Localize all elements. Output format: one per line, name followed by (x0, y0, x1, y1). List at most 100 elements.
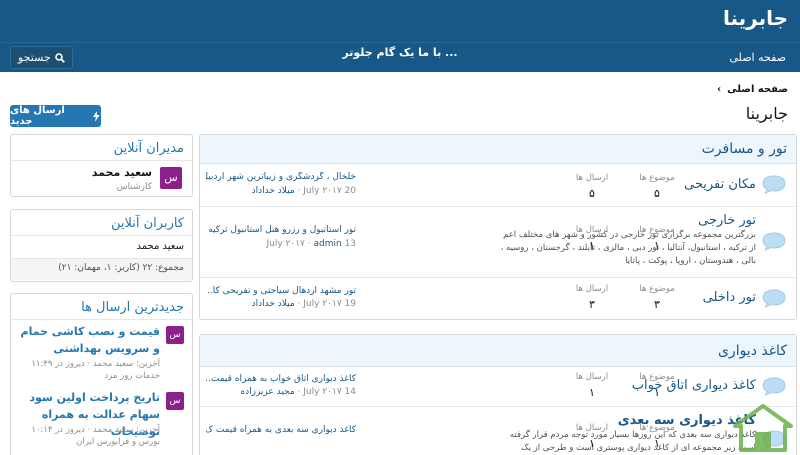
category-title[interactable]: تور و مسافرت (200, 135, 796, 164)
site-header: جابرینا (0, 0, 800, 42)
threads-count: ۵ (654, 187, 660, 200)
category-title[interactable]: کاغذ دیواری (200, 335, 796, 367)
avatar[interactable]: س (166, 392, 184, 410)
forum-node: مکان تفریحی موضوع ها ۵ ارسال ها ۵ خلخال … (200, 164, 796, 207)
online-member-name[interactable]: سعید محمد (11, 236, 192, 258)
online-stats: مجموع: ۲۲ (کاربر: ۱، مهمان: ۲۱) (11, 258, 192, 280)
site-logo[interactable]: جابرینا (723, 6, 788, 30)
members-online-block: کاربران آنلاین سعید محمد مجموع: ۲۲ (کارب… (10, 209, 193, 282)
threads-stat: موضوع ها ۱ (633, 225, 681, 252)
threads-label: موضوع ها (639, 284, 675, 294)
last-post-date: 20 July ۲۰۱۷ (303, 186, 356, 196)
members-online-title[interactable]: کاربران آنلاین (11, 210, 192, 236)
staff-member: س سعید محمد کارشناس (11, 161, 192, 196)
breadcrumb-home[interactable]: صفحه اصلی (727, 84, 788, 95)
posts-count: ۱ (589, 437, 595, 450)
last-post-meta: 20 July ۲۰۱۷ · میلاد خداداد (251, 186, 356, 196)
forum-node-title[interactable]: مکان تفریحی (684, 177, 756, 192)
posts-stat: ارسال ها ۱ (568, 423, 616, 450)
speech-bubble-icon (762, 175, 786, 194)
latest-post-meta: آخرین: سعید محمد · دیروز در ۱۰:۱۴ بورس و… (15, 424, 160, 448)
avatar[interactable]: س (166, 326, 184, 344)
last-post-user[interactable]: میلاد خداداد (252, 299, 295, 309)
last-post-title[interactable]: خلخال ، گردشگری و زیباترین شهر اردبیل (206, 172, 356, 182)
latest-post-title[interactable]: قیمت و نصب کاشی حمام و سرویس بهداشتی (17, 323, 160, 357)
last-post-title[interactable]: کاغذ دیواری اتاق خواب به همراه قیمت... (206, 374, 356, 384)
posts-stat: ارسال ها ۱ (568, 372, 616, 399)
threads-stat: موضوع ها ۱ (633, 372, 681, 399)
forum-node-title[interactable]: تور داخلی (703, 290, 756, 305)
forum-node-description: بزرگترین مجموعه برگزاری تور خارجی در کشو… (500, 230, 756, 266)
last-post-title[interactable]: تور استانبول و رزرو هتل استانبول ترکیه .… (206, 225, 356, 235)
posts-label: ارسال ها (575, 284, 609, 294)
new-posts-button[interactable]: ارسال های جدید (10, 105, 101, 127)
latest-post-last[interactable]: آخرین: سعید محمد · دیروز در ۱۱:۴۹ (15, 358, 160, 370)
last-post-title[interactable]: کاغذ دیواری سه بعدی به همراه قیمت ک (206, 425, 356, 435)
threads-label: موضوع ها (639, 225, 675, 235)
site-tagline: با ما یک گام جلوتر ... (342, 46, 458, 59)
threads-label: موضوع ها (639, 173, 675, 183)
latest-post-last[interactable]: آخرین: سعید محمد · دیروز در ۱۰:۱۴ (15, 424, 160, 436)
last-post-date: 19 July ۲۰۱۷ (303, 299, 356, 309)
forum-node: تور خارجی بزرگترین مجموعه برگزاری تور خا… (200, 207, 796, 278)
page-title: جابرینا (745, 104, 788, 123)
forum-node: کاغذ دیواری سه بعدی کاغذ دیواری سه بعدی … (200, 407, 796, 455)
speech-bubble-icon (762, 289, 786, 308)
threads-stat: موضوع ها ۱ (633, 423, 681, 450)
breadcrumb-separator-icon: › (716, 84, 722, 95)
forum-node-description: کاغذ دیواری سه بعدی که این روزها بسیار م… (509, 430, 756, 453)
new-posts-label: ارسال های جدید (10, 105, 65, 127)
threads-count: ۱ (654, 386, 660, 399)
staff-name[interactable]: سعید محمد (92, 166, 152, 179)
last-post-date: 13 July ۲۰۱۷ (266, 239, 356, 249)
threads-stat: موضوع ها ۵ (633, 173, 681, 200)
latest-post-forum[interactable]: بورس و فرابورس ایران (15, 436, 160, 448)
posts-label: ارسال ها (575, 225, 609, 235)
last-post-user[interactable]: میلاد خداداد (252, 186, 295, 196)
lightning-icon (93, 110, 101, 122)
posts-stat: ارسال ها ۵ (568, 173, 616, 200)
latest-post-meta: آخرین: سعید محمد · دیروز در ۱۱:۴۹ خدمات … (15, 358, 160, 382)
last-post-date: 14 July ۲۰۱۷ (303, 387, 356, 397)
last-post-user[interactable]: admin (313, 239, 341, 249)
search-label: جستجو (18, 51, 51, 64)
watermark-logo-icon (733, 404, 793, 452)
list-item: س قیمت و نصب کاشی حمام و سرویس بهداشتی آ… (11, 320, 192, 386)
posts-stat: ارسال ها ۱ (568, 225, 616, 252)
staff-online-block: مدیران آنلاین س سعید محمد کارشناس (10, 134, 193, 197)
threads-stat: موضوع ها ۳ (633, 284, 681, 311)
forum-node: کاغذ دیواری اتاق خواب موضوع ها ۱ ارسال ه… (200, 367, 796, 407)
category-tours: تور و مسافرت مکان تفریحی موضوع ها ۵ ارسا… (199, 134, 797, 320)
threads-count: ۳ (654, 298, 660, 311)
staff-role: کارشناس (116, 182, 152, 192)
posts-count: ۳ (589, 298, 595, 311)
last-post-meta: 19 July ۲۰۱۷ · میلاد خداداد (251, 299, 356, 309)
posts-stat: ارسال ها ۳ (568, 284, 616, 311)
avatar[interactable]: س (160, 167, 182, 189)
threads-count: ۱ (654, 239, 660, 252)
latest-post-forum[interactable]: خدمات روز مزد (15, 370, 160, 382)
speech-bubble-icon (762, 232, 786, 251)
posts-count: ۱ (589, 386, 595, 399)
staff-online-title: مدیران آنلاین (11, 135, 192, 161)
posts-label: ارسال ها (575, 372, 609, 382)
last-post-meta: 13 July ۲۰۱۷ · admin (266, 239, 356, 249)
posts-label: ارسال ها (575, 173, 609, 183)
posts-count: ۵ (589, 187, 595, 200)
last-post-title[interactable]: تور مشهد اردهال سیاحتی و تفریحی کا... (206, 286, 356, 296)
threads-label: موضوع ها (639, 423, 675, 433)
posts-count: ۱ (589, 239, 595, 252)
posts-label: ارسال ها (575, 423, 609, 433)
latest-posts-title[interactable]: جدیدترین ارسال ها (11, 294, 192, 320)
threads-label: موضوع ها (639, 372, 675, 382)
list-item: س تاریخ پرداخت اولین سود سهام عدالت به ه… (11, 386, 192, 452)
search-button[interactable]: جستجو (10, 46, 73, 69)
forum-node: تور داخلی موضوع ها ۳ ارسال ها ۳ تور مشهد… (200, 278, 796, 319)
latest-posts-block: جدیدترین ارسال ها س قیمت و نصب کاشی حمام… (10, 293, 193, 455)
nav-bar: صفحه اصلی با ما یک گام جلوتر ... جستجو (0, 42, 800, 72)
breadcrumb: صفحه اصلی › (717, 84, 788, 95)
forum-node-title[interactable]: تور خارجی (698, 213, 756, 228)
last-post-user[interactable]: مجید عزیززاده (240, 387, 294, 397)
category-wallpaper: کاغذ دیواری کاغذ دیواری اتاق خواب موضوع … (199, 334, 797, 455)
speech-bubble-icon (762, 377, 786, 396)
